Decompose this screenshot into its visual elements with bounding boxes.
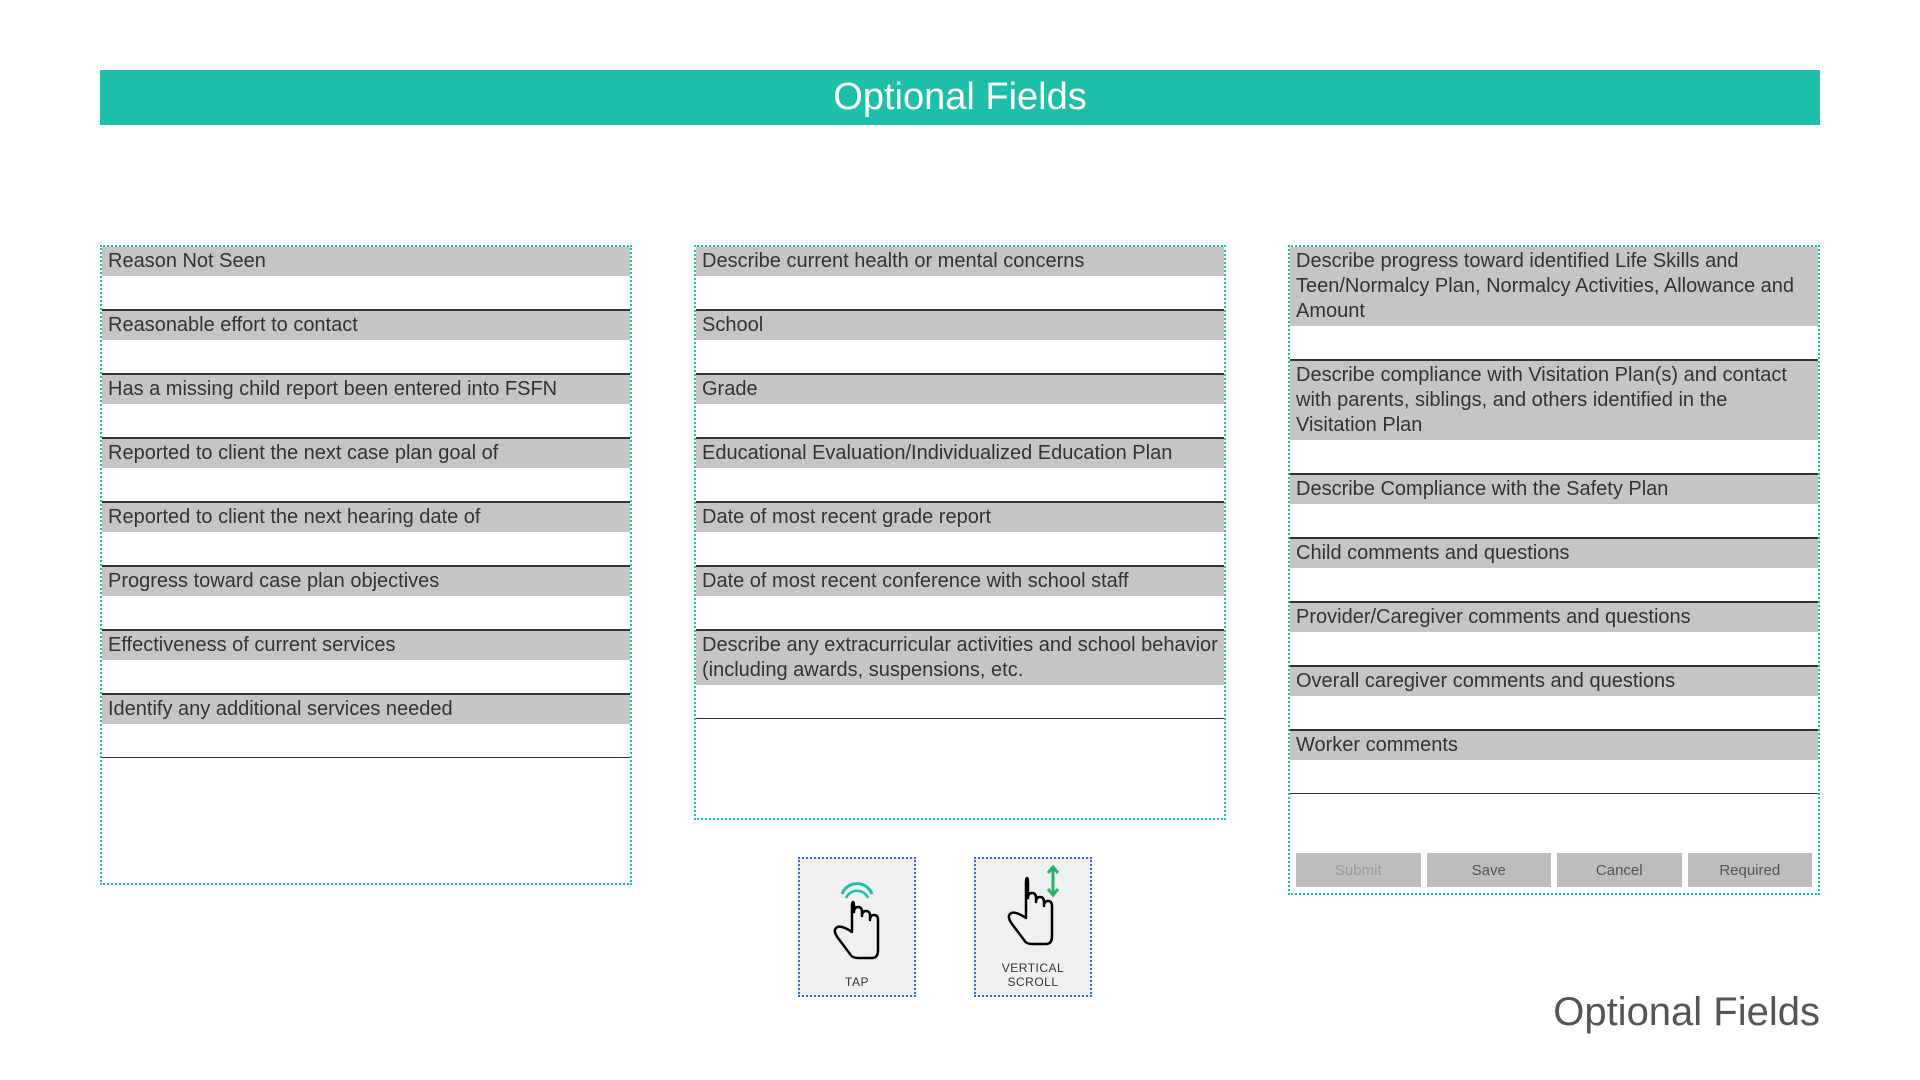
cancel-button[interactable]: Cancel — [1557, 853, 1682, 887]
field-missing-child-report: Has a missing child report been entered … — [102, 374, 630, 438]
field-safety-plan: Describe Compliance with the Safety Plan — [1290, 474, 1818, 538]
field-label: Identify any additional services needed — [102, 694, 630, 724]
field-grade: Grade — [696, 374, 1224, 438]
field-label: Effectiveness of current services — [102, 630, 630, 660]
field-label: Describe Compliance with the Safety Plan — [1290, 474, 1818, 504]
field-label: Reasonable effort to contact — [102, 310, 630, 340]
field-input[interactable] — [1290, 568, 1818, 602]
panel-middle: Describe current health or mental concer… — [694, 245, 1226, 820]
field-label: Describe any extracurricular activities … — [696, 630, 1224, 685]
panel-left: Reason Not Seen Reasonable effort to con… — [100, 245, 632, 885]
field-school: School — [696, 310, 1224, 374]
field-label: Date of most recent conference with scho… — [696, 566, 1224, 596]
field-worker-comments: Worker comments — [1290, 730, 1818, 794]
field-reason-not-seen: Reason Not Seen — [102, 247, 630, 310]
field-input[interactable] — [1290, 504, 1818, 538]
page-title: Optional Fields — [833, 76, 1086, 119]
scroll-hand-icon — [998, 860, 1068, 955]
field-additional-services: Identify any additional services needed — [102, 694, 630, 758]
field-input[interactable] — [102, 404, 630, 438]
field-life-skills: Describe progress toward identified Life… — [1290, 247, 1818, 360]
field-visitation-compliance: Describe compliance with Visitation Plan… — [1290, 360, 1818, 474]
field-label: Describe progress toward identified Life… — [1290, 247, 1818, 326]
field-extracurricular: Describe any extracurricular activities … — [696, 630, 1224, 719]
field-input[interactable] — [696, 340, 1224, 374]
field-label: Overall caregiver comments and questions — [1290, 666, 1818, 696]
field-grade-report-date: Date of most recent grade report — [696, 502, 1224, 566]
field-label: Grade — [696, 374, 1224, 404]
columns-container: Reason Not Seen Reasonable effort to con… — [100, 245, 1820, 895]
field-input[interactable] — [102, 340, 630, 374]
field-input[interactable] — [1290, 760, 1818, 794]
field-input[interactable] — [1290, 632, 1818, 666]
field-effectiveness-services: Effectiveness of current services — [102, 630, 630, 694]
field-input[interactable] — [696, 468, 1224, 502]
field-label: Progress toward case plan objectives — [102, 566, 630, 596]
field-case-plan-goal: Reported to client the next case plan go… — [102, 438, 630, 502]
field-label: Has a missing child report been entered … — [102, 374, 630, 404]
field-input[interactable] — [102, 468, 630, 502]
field-input[interactable] — [1290, 696, 1818, 730]
field-input[interactable] — [696, 596, 1224, 630]
field-conference-date: Date of most recent conference with scho… — [696, 566, 1224, 630]
field-caregiver-comments: Overall caregiver comments and questions — [1290, 666, 1818, 730]
page-header: Optional Fields — [100, 70, 1820, 125]
gesture-row: TAP VERTICAL SCROLL — [798, 857, 1092, 997]
field-input[interactable] — [102, 660, 630, 694]
field-label: Child comments and questions — [1290, 538, 1818, 568]
field-input[interactable] — [102, 596, 630, 630]
field-input[interactable] — [696, 685, 1224, 719]
field-next-hearing-date: Reported to client the next hearing date… — [102, 502, 630, 566]
field-label: Reported to client the next case plan go… — [102, 438, 630, 468]
panel-right: Describe progress toward identified Life… — [1288, 245, 1820, 895]
field-label: Worker comments — [1290, 730, 1818, 760]
field-label: Provider/Caregiver comments and question… — [1290, 602, 1818, 632]
field-label: Describe current health or mental concer… — [696, 247, 1224, 276]
field-input[interactable] — [1290, 326, 1818, 360]
footer-title: Optional Fields — [1553, 990, 1820, 1035]
field-input[interactable] — [102, 276, 630, 310]
field-education-plan: Educational Evaluation/Individualized Ed… — [696, 438, 1224, 502]
field-progress-objectives: Progress toward case plan objectives — [102, 566, 630, 630]
field-input[interactable] — [102, 532, 630, 566]
field-label: Date of most recent grade report — [696, 502, 1224, 532]
field-provider-comments: Provider/Caregiver comments and question… — [1290, 602, 1818, 666]
field-label: Educational Evaluation/Individualized Ed… — [696, 438, 1224, 468]
field-input[interactable] — [696, 276, 1224, 310]
required-button[interactable]: Required — [1688, 853, 1813, 887]
field-label: Reported to client the next hearing date… — [102, 502, 630, 532]
field-input[interactable] — [696, 404, 1224, 438]
button-row: Submit Save Cancel Required — [1296, 853, 1812, 887]
field-label: School — [696, 310, 1224, 340]
field-input[interactable] — [696, 532, 1224, 566]
field-child-comments: Child comments and questions — [1290, 538, 1818, 602]
field-label: Describe compliance with Visitation Plan… — [1290, 360, 1818, 440]
field-health-concerns: Describe current health or mental concer… — [696, 247, 1224, 310]
gesture-vertical-scroll: VERTICAL SCROLL — [974, 857, 1092, 997]
field-input[interactable] — [102, 724, 630, 758]
tap-hand-icon — [822, 874, 892, 969]
field-reasonable-effort: Reasonable effort to contact — [102, 310, 630, 374]
submit-button[interactable]: Submit — [1296, 853, 1421, 887]
field-label: Reason Not Seen — [102, 247, 630, 276]
gesture-tap: TAP — [798, 857, 916, 997]
gesture-tap-label: TAP — [845, 975, 869, 989]
save-button[interactable]: Save — [1427, 853, 1552, 887]
field-input[interactable] — [1290, 440, 1818, 474]
gesture-scroll-label: VERTICAL SCROLL — [980, 961, 1086, 989]
